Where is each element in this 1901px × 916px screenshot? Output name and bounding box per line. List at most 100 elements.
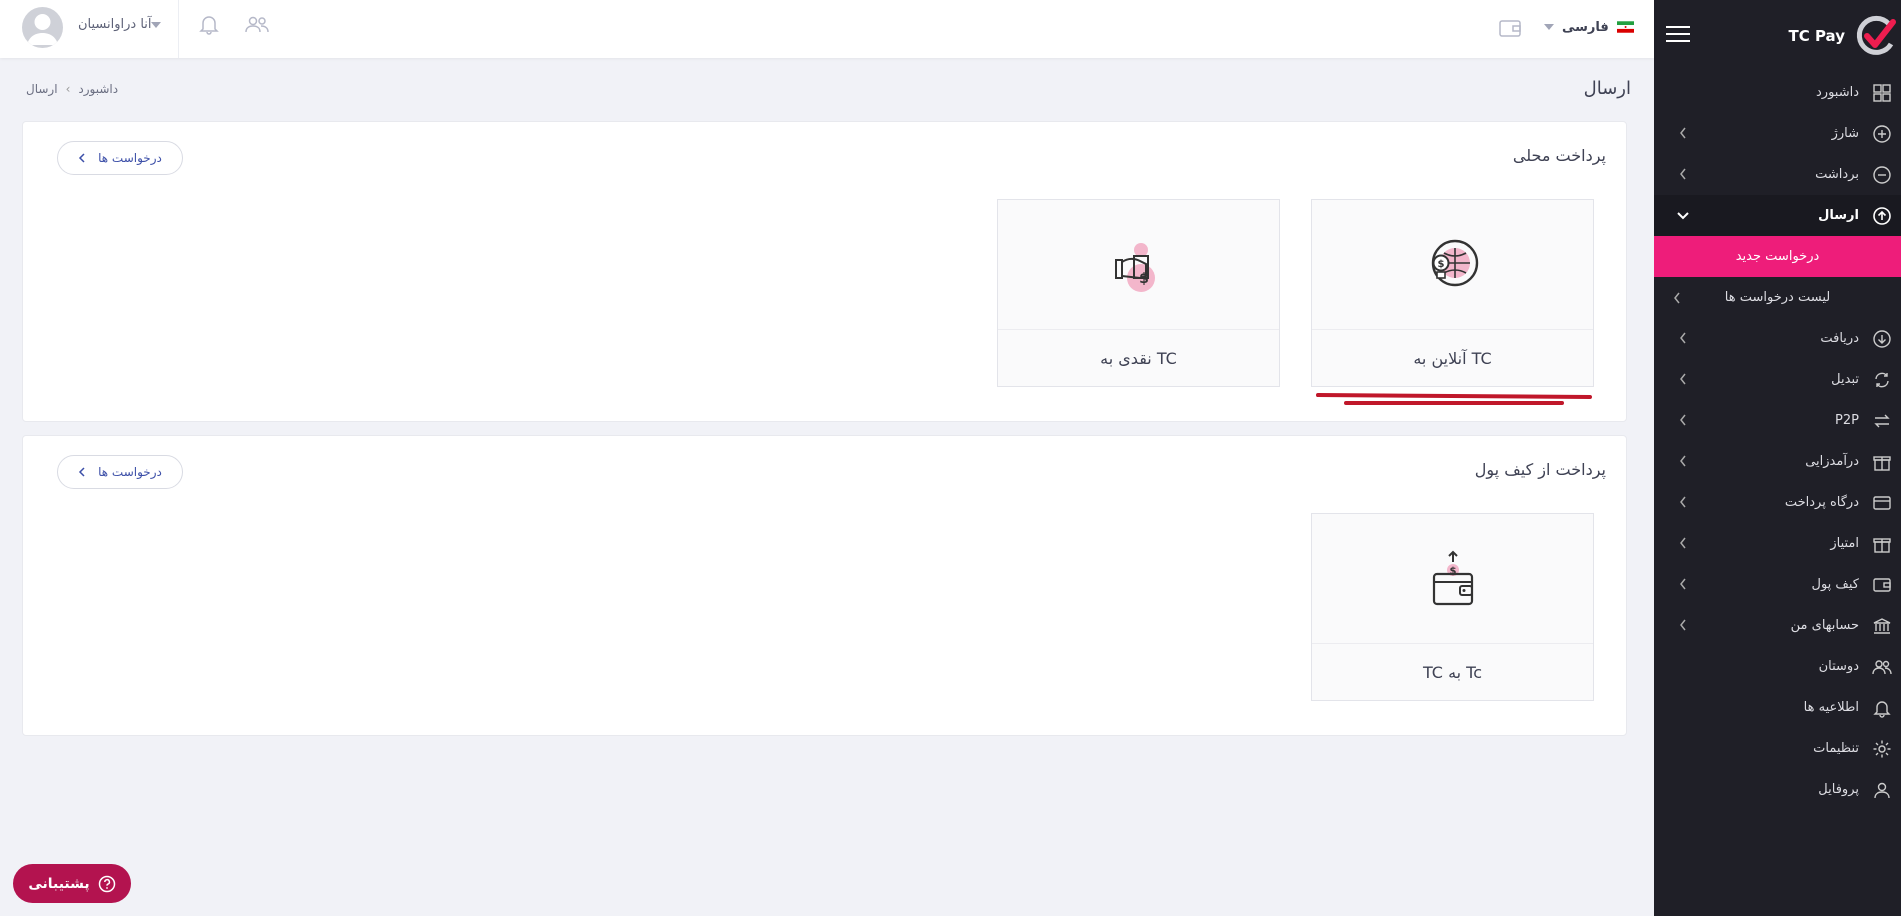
minus-circle-icon — [1871, 164, 1893, 186]
sidebar-item-label: کیف پول — [1811, 577, 1859, 592]
sidebar-item-payment-gateway[interactable]: درگاه پرداخت — [1654, 482, 1901, 523]
bell-icon[interactable] — [198, 13, 220, 35]
user-name[interactable]: آنا دراوانسیان — [78, 17, 152, 32]
tile-art: $ — [1312, 514, 1593, 644]
sidebar-item-label: ارسال — [1818, 208, 1859, 223]
svg-text:$: $ — [1437, 259, 1444, 270]
submenu-new-request[interactable]: درخواست جدید — [1654, 236, 1901, 277]
sidebar-item-label: داشبورد — [1816, 85, 1859, 100]
cash-hand-icon: $ — [1114, 242, 1155, 292]
sidebar-item-label: حسابهای من — [1790, 618, 1859, 633]
chevron-left-icon — [1680, 373, 1686, 385]
sidebar-header: TC Pay — [1654, 0, 1901, 72]
bank-icon — [1871, 615, 1893, 637]
sidebar-item-profile[interactable]: پروفایل — [1654, 769, 1901, 810]
wallet-upload-icon: $ — [1432, 550, 1473, 605]
exchange-icon — [1871, 369, 1893, 391]
tile-art: $ — [1312, 200, 1593, 330]
gear-icon — [1871, 738, 1893, 760]
users-icon — [1871, 656, 1893, 678]
chevron-left-icon — [1680, 127, 1686, 139]
sidebar-item-label: شارژ — [1831, 126, 1859, 141]
chevron-left-icon — [1680, 619, 1686, 631]
breadcrumb: داشبورد ‹ ارسال — [26, 82, 118, 96]
users-icon[interactable] — [244, 14, 270, 34]
avatar[interactable] — [22, 7, 63, 48]
wallet-icon[interactable] — [1498, 17, 1522, 39]
language-selector[interactable]: فارسی — [1544, 16, 1634, 38]
sidebar-item-label: دریافت — [1820, 331, 1859, 346]
section-title: پرداخت محلی — [1512, 146, 1606, 165]
chevron-left-icon — [1680, 537, 1686, 549]
wallet-payment-section: پرداخت از کیف پول درخواست ها $ TC به Tc — [22, 435, 1627, 736]
tile-online-to-tc[interactable]: $ آنلاین به TC — [1311, 199, 1594, 387]
sidebar-item-friends[interactable]: دوستان — [1654, 646, 1901, 687]
page-title: ارسال — [1583, 78, 1631, 99]
help-circle-icon — [98, 875, 115, 892]
sidebar-item-p2p[interactable]: P2P — [1654, 400, 1901, 441]
submenu-request-list[interactable]: لیست درخواست ها — [1654, 277, 1901, 318]
chevron-left-icon: ‹ — [65, 82, 71, 96]
sidebar-item-dashboard[interactable]: داشبورد — [1654, 72, 1901, 113]
tile-label: TC به Tc — [1422, 663, 1483, 682]
requests-button[interactable]: درخواست ها — [57, 455, 183, 489]
language-label: فارسی — [1562, 19, 1609, 35]
sidebar-item-points[interactable]: امتیاز — [1654, 523, 1901, 564]
sidebar-item-withdraw[interactable]: برداشت — [1654, 154, 1901, 195]
sidebar-item-label: تبدیل — [1831, 372, 1859, 387]
sidebar-item-my-accounts[interactable]: حسابهای من — [1654, 605, 1901, 646]
chevron-left-icon — [1680, 496, 1686, 508]
section-title: پرداخت از کیف پول — [1474, 460, 1606, 479]
sidebar-item-label: پروفایل — [1818, 782, 1859, 797]
chevron-down-icon — [1677, 212, 1689, 220]
download-circle-icon — [1871, 328, 1893, 350]
sidebar-item-send[interactable]: ارسال — [1654, 195, 1901, 236]
chevron-left-icon — [79, 153, 85, 163]
iran-flag-icon — [1616, 21, 1634, 33]
caret-down-icon — [1544, 24, 1554, 30]
upload-circle-icon — [1871, 205, 1893, 227]
breadcrumb-dashboard[interactable]: داشبورد — [78, 82, 118, 96]
chevron-left-icon — [1680, 332, 1686, 344]
sidebar-item-earning[interactable]: درآمدزایی — [1654, 441, 1901, 482]
plus-circle-icon — [1871, 123, 1893, 145]
brand-name: TC Pay — [1788, 27, 1846, 45]
requests-label: درخواست ها — [98, 465, 162, 479]
sidebar-item-label: درآمدزایی — [1805, 454, 1859, 469]
tile-label: نقدی به TC — [1100, 349, 1177, 368]
sidebar-item-label: درگاه پرداخت — [1784, 495, 1859, 510]
sidebar-item-receive[interactable]: دریافت — [1654, 318, 1901, 359]
sidebar-item-exchange[interactable]: تبدیل — [1654, 359, 1901, 400]
tile-tc-to-tc[interactable]: $ TC به Tc — [1311, 513, 1594, 701]
support-button[interactable]: پشتیبانی — [13, 864, 131, 903]
support-label: پشتیبانی — [28, 875, 90, 892]
breadcrumb-current: ارسال — [26, 82, 58, 96]
sidebar-menu: داشبورد شارژ برداشت ارسال درخواست جدید ل… — [1654, 72, 1901, 810]
header-divider — [178, 0, 179, 58]
gift-icon — [1871, 533, 1893, 555]
tcpay-logo-icon — [1856, 15, 1896, 55]
sidebar-item-charge[interactable]: شارژ — [1654, 113, 1901, 154]
menu-toggle-icon[interactable] — [1666, 26, 1690, 44]
caret-down-icon[interactable] — [151, 22, 161, 28]
tile-label: آنلاین به TC — [1413, 349, 1492, 368]
sidebar-item-label: امتیاز — [1830, 536, 1859, 551]
svg-text:$: $ — [1449, 566, 1456, 577]
requests-button[interactable]: درخواست ها — [57, 141, 183, 175]
sidebar-item-label: P2P — [1835, 413, 1859, 428]
chevron-left-icon — [1680, 414, 1686, 426]
sidebar-item-wallet[interactable]: کیف پول — [1654, 564, 1901, 605]
dashboard-icon — [1871, 82, 1893, 104]
wallet-icon — [1871, 574, 1893, 596]
tile-cash-to-tc[interactable]: $ نقدی به TC — [997, 199, 1280, 387]
top-header: آنا دراوانسیان فارسی — [0, 0, 1654, 58]
sidebar: TC Pay داشبورد شارژ برداشت ارسال درخواست… — [1654, 0, 1901, 916]
sidebar-item-label: تنظیمات — [1813, 741, 1859, 756]
user-icon — [1871, 779, 1893, 801]
chevron-left-icon — [1680, 168, 1686, 180]
sidebar-item-notifications[interactable]: اطلاعیه ها — [1654, 687, 1901, 728]
tile-art: $ — [998, 200, 1279, 330]
card-icon — [1871, 492, 1893, 514]
chevron-left-icon — [79, 467, 85, 477]
sidebar-item-settings[interactable]: تنظیمات — [1654, 728, 1901, 769]
